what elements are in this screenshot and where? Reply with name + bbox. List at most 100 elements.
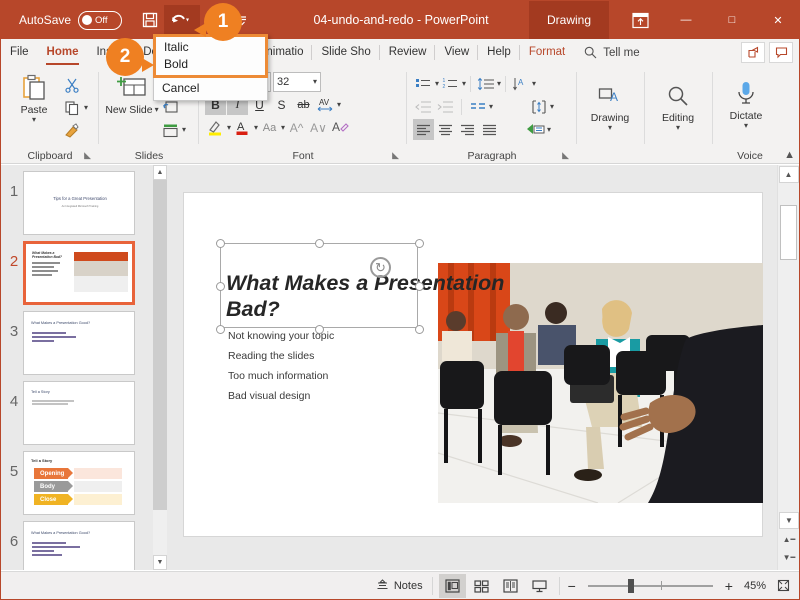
- increase-indent-button[interactable]: [435, 96, 456, 117]
- zoom-out-button[interactable]: −: [568, 578, 576, 594]
- chevron-down-icon[interactable]: ▾: [281, 123, 285, 131]
- slide-thumbnail-2[interactable]: What Makes a Presentation Bad?: [23, 241, 135, 305]
- font-size-combobox[interactable]: 32 ▾: [273, 72, 321, 92]
- tab-help[interactable]: Help: [478, 39, 520, 66]
- copy-icon[interactable]: [61, 97, 83, 119]
- title-placeholder-selection[interactable]: ↻: [216, 239, 424, 334]
- thumbnail-row[interactable]: 3 What Makes a Presentation Good?: [1, 305, 153, 375]
- slide-thumbnail-pane[interactable]: 1 Tips for a Great Presentation An Integ…: [1, 165, 153, 570]
- tab-review[interactable]: Review: [380, 39, 436, 66]
- chevron-down-icon[interactable]: ▾: [676, 124, 680, 132]
- clipboard-dialog-launcher[interactable]: ◣: [84, 147, 91, 163]
- undo-item-bold[interactable]: Bold: [156, 56, 265, 73]
- chevron-down-icon[interactable]: ▾: [227, 123, 231, 131]
- section-icon[interactable]: [159, 119, 181, 141]
- text-highlight-color-button[interactable]: [205, 117, 226, 138]
- resize-handle-e[interactable]: [415, 282, 424, 291]
- slide-thumbnail-1[interactable]: Tips for a Great Presentation An Integra…: [23, 171, 135, 235]
- undo-item-italic[interactable]: Italic: [156, 39, 265, 56]
- contextual-tab-drawing[interactable]: Drawing: [529, 1, 609, 39]
- columns-button[interactable]: [467, 96, 488, 117]
- resize-handle-s[interactable]: [315, 325, 324, 334]
- clear-formatting-button[interactable]: A: [330, 117, 351, 138]
- resize-handle-sw[interactable]: [216, 325, 225, 334]
- change-case-button[interactable]: Aa: [259, 117, 280, 138]
- undo-cancel-item[interactable]: Cancel: [154, 77, 267, 100]
- zoom-level-label[interactable]: 45%: [744, 580, 766, 592]
- minimize-button[interactable]: —: [663, 1, 709, 39]
- convert-to-smartart-button[interactable]: [525, 119, 546, 140]
- scrollbar-thumb[interactable]: [780, 205, 797, 260]
- notes-button[interactable]: Notes: [367, 572, 432, 600]
- previous-slide-button[interactable]: ▲━: [779, 531, 799, 548]
- autosave-control[interactable]: AutoSave Off: [19, 10, 123, 30]
- chevron-down-icon[interactable]: ▾: [608, 124, 612, 132]
- chevron-down-icon[interactable]: ▾: [84, 104, 88, 112]
- zoom-slider-knob[interactable]: [627, 578, 634, 593]
- chevron-down-icon[interactable]: ▾: [435, 79, 439, 87]
- resize-handle-nw[interactable]: [216, 239, 225, 248]
- justify-button[interactable]: [479, 119, 500, 140]
- new-slide-button[interactable]: New Slide ▾: [105, 70, 159, 116]
- align-right-button[interactable]: [457, 119, 478, 140]
- chevron-down-icon[interactable]: ▾: [313, 78, 317, 86]
- slide-thumbnail-4[interactable]: Tell a Story: [23, 381, 135, 445]
- paste-button[interactable]: Paste ▾: [7, 70, 61, 124]
- chevron-down-icon[interactable]: ▾: [337, 100, 341, 108]
- align-left-button[interactable]: [413, 119, 434, 140]
- character-spacing-button[interactable]: AV: [315, 94, 336, 115]
- decrease-font-size-button[interactable]: A∨: [308, 117, 329, 138]
- slide-thumbnail-6[interactable]: What Makes a Presentation Good?: [23, 521, 135, 570]
- increase-font-size-button[interactable]: A^: [286, 117, 307, 138]
- tab-format[interactable]: Format: [520, 39, 574, 66]
- format-painter-icon[interactable]: [61, 120, 83, 142]
- chevron-down-icon[interactable]: ▾: [254, 123, 258, 131]
- zoom-slider[interactable]: [587, 578, 713, 593]
- text-shadow-button[interactable]: S: [271, 94, 292, 115]
- font-dialog-launcher[interactable]: ◣: [392, 147, 399, 163]
- tell-me-search[interactable]: Tell me: [574, 46, 649, 59]
- thumbnail-row[interactable]: 4 Tell a Story: [1, 375, 153, 445]
- numbering-button[interactable]: 12: [440, 73, 461, 94]
- resize-handle-w[interactable]: [216, 282, 225, 291]
- chevron-down-icon[interactable]: ▾: [744, 122, 748, 130]
- slide-area-scrollbar[interactable]: ▲ ▼ ▲━ ▼━: [777, 165, 799, 570]
- align-text-button[interactable]: [528, 96, 549, 117]
- chevron-down-icon[interactable]: ▾: [462, 79, 466, 87]
- tab-file[interactable]: File: [1, 39, 38, 66]
- chevron-down-icon[interactable]: ▾: [489, 102, 493, 110]
- slide-sorter-button[interactable]: [468, 574, 495, 598]
- strikethrough-button[interactable]: ab: [293, 94, 314, 115]
- thumbnail-row[interactable]: 2 What Makes a Presentation Bad?: [1, 235, 153, 305]
- rotate-handle[interactable]: ↻: [370, 257, 391, 278]
- zoom-control[interactable]: − + 45%: [560, 572, 774, 600]
- text-direction-button[interactable]: A: [510, 73, 531, 94]
- line-spacing-button[interactable]: [475, 73, 496, 94]
- scroll-up-arrow-icon[interactable]: ▲: [778, 166, 799, 183]
- comment-icon[interactable]: [769, 42, 793, 63]
- align-center-button[interactable]: [435, 119, 456, 140]
- next-slide-button[interactable]: ▼━: [779, 549, 799, 566]
- slideshow-button[interactable]: [526, 574, 553, 598]
- chevron-down-icon[interactable]: ▾: [32, 116, 36, 124]
- chevron-down-icon[interactable]: ▾: [550, 102, 554, 110]
- chevron-down-icon[interactable]: ▾: [532, 79, 536, 87]
- slide-editing-area[interactable]: What Makes a Presentation Bad? Not knowi…: [167, 165, 777, 570]
- bullets-button[interactable]: [413, 73, 434, 94]
- paragraph-dialog-launcher[interactable]: ◣: [562, 147, 569, 163]
- share-icon[interactable]: [741, 42, 765, 63]
- scroll-down-arrow-icon[interactable]: ▼: [153, 555, 167, 570]
- zoom-in-button[interactable]: +: [725, 578, 733, 594]
- scrollbar-thumb[interactable]: [153, 180, 167, 510]
- slide-body-text[interactable]: Not knowing your topic Reading the slide…: [228, 326, 334, 406]
- thumbnail-row[interactable]: 1 Tips for a Great Presentation An Integ…: [1, 165, 153, 235]
- ribbon-display-options-icon[interactable]: [617, 1, 663, 39]
- maximize-button[interactable]: □: [709, 1, 755, 39]
- decrease-indent-button[interactable]: [413, 96, 434, 117]
- chevron-down-icon[interactable]: ▾: [547, 125, 551, 133]
- current-slide[interactable]: What Makes a Presentation Bad? Not knowi…: [183, 192, 763, 537]
- autosave-toggle[interactable]: Off: [78, 10, 123, 30]
- chevron-down-icon[interactable]: ▾: [182, 126, 186, 134]
- cut-icon[interactable]: [61, 74, 83, 96]
- thumbnail-pane-scrollbar[interactable]: ▲ ▼: [153, 165, 167, 570]
